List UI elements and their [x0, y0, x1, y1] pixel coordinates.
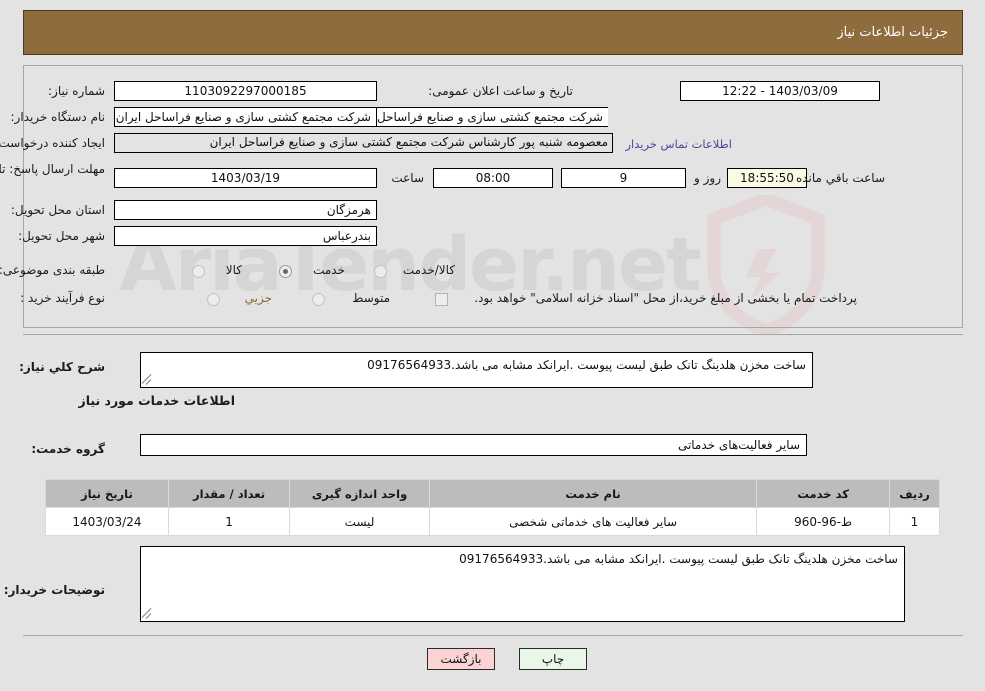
radio-category-kala[interactable]: [192, 265, 205, 278]
radio-process-jozi-label: جزیي: [244, 291, 272, 305]
col-row-no: ردیف: [889, 479, 940, 508]
need-summary-label: شرح کلي نیاز:: [19, 360, 105, 374]
service-group-text: سایر فعالیت‌های خدماتی: [677, 438, 800, 452]
radio-category-kala-khedmat-label: کالا/خدمت: [402, 263, 455, 277]
col-quantity: تعداد / مقدار: [167, 479, 291, 508]
page-header: جزئیات اطلاعات نیاز: [23, 10, 963, 55]
province-label: استان محل تحویل:: [10, 203, 105, 217]
need-info-panel: [23, 65, 963, 328]
buyer-notes-textarea[interactable]: ساخت مخزن هلدینگ تانک طبق لیست پیوست .ای…: [140, 546, 905, 622]
col-unit: واحد اندازه گیری: [289, 479, 430, 508]
buyer-org-value: شرکت مجتمع کشتی سازی و صنایع فراساحل ایر…: [114, 107, 377, 127]
radio-category-kala-label: کالا: [225, 263, 242, 277]
services-section-heading: اطلاعات خدمات مورد نیاز: [78, 393, 236, 408]
radio-category-khedmat-label: خدمت: [313, 263, 345, 277]
days-unit-label: روز و: [694, 171, 721, 185]
creator-value-frame: [114, 133, 613, 153]
page-title: جزئیات اطلاعات نیاز: [837, 25, 948, 40]
table-row: 1 ط-96-960 سایر فعالیت های خدماتی شخصی ل…: [45, 507, 940, 536]
radio-process-jozi[interactable]: [207, 293, 220, 306]
need-summary-textarea[interactable]: ساخت مخزن هلدینگ تانک طبق لیست پیوست .ای…: [140, 352, 813, 388]
process-label: نوع فرآیند خرید :: [20, 291, 105, 305]
contact-info-link-wrap[interactable]: اطلاعات تماس خریدار: [625, 137, 732, 151]
buyer-org-label: نام دستگاه خریدار:: [10, 110, 106, 124]
services-table: ردیف کد خدمت نام خدمت واحد اندازه گیری ت…: [45, 479, 940, 536]
creator-label: ایجاد کننده درخواست:: [0, 136, 105, 150]
radio-process-motevaset[interactable]: [312, 293, 325, 306]
col-service-name: نام خدمت: [428, 479, 758, 508]
back-button[interactable]: بازگشت: [427, 648, 495, 670]
public-announce-label: تاریخ و ساعت اعلان عمومی:: [428, 84, 573, 98]
need-number-value: 1103092297000185: [114, 81, 377, 101]
time-label: ساعت: [391, 171, 424, 185]
cell-unit: لیست: [289, 507, 430, 536]
deadline-label: مهلت ارسال پاسخ: تا تاریخ:: [0, 162, 105, 176]
print-button[interactable]: چاپ: [519, 648, 587, 670]
service-group-value: سایر فعالیت‌های خدماتی: [140, 434, 807, 456]
public-announce-value: 1403/03/09 - 12:22: [680, 81, 880, 101]
treasury-note-label: پرداخت تمام یا بخشی از مبلغ خرید،از محل …: [474, 291, 857, 305]
resize-grip-icon: [141, 373, 155, 386]
radio-category-kala-khedmat[interactable]: [374, 265, 387, 278]
province-value: هرمزگان: [114, 200, 377, 220]
city-value: بندرعباس: [114, 226, 377, 246]
need-summary-text: ساخت مخزن هلدینگ تانک طبق لیست پیوست .ای…: [367, 358, 806, 372]
cell-service-name: سایر فعالیت های خدماتی شخصی: [428, 507, 758, 536]
buyer-org-value-overflow: شرکت مجتمع کشتی سازی و صنایع فراساحل ایر…: [376, 107, 608, 127]
cell-quantity: 1: [167, 507, 291, 536]
service-group-label: گروه خدمت:: [31, 442, 105, 456]
radio-process-motevaset-label: متوسط: [352, 291, 390, 305]
col-need-date: تاریخ نیاز: [45, 479, 169, 508]
buyer-notes-text: ساخت مخزن هلدینگ تانک طبق لیست پیوست .ای…: [459, 552, 898, 566]
cell-row-no: 1: [889, 507, 940, 536]
deadline-time-value: 08:00: [433, 168, 553, 188]
buyer-notes-label: توضیحات خریدار:: [3, 583, 105, 597]
checkbox-treasury-bonds[interactable]: [435, 293, 448, 306]
cell-need-date: 1403/03/24: [45, 507, 169, 536]
countdown-suffix-label: ساعت باقي مانده: [795, 171, 885, 185]
cell-service-code: ط-96-960: [756, 507, 890, 536]
days-remaining-value: 9: [561, 168, 686, 188]
deadline-date-value: 1403/03/19: [114, 168, 377, 188]
table-header-row: ردیف کد خدمت نام خدمت واحد اندازه گیری ت…: [45, 479, 940, 508]
need-number-label: شماره نیاز:: [48, 84, 105, 98]
category-label: طبقه بندی موضوعی:: [0, 263, 105, 277]
buyer-contact-link[interactable]: اطلاعات تماس خریدار: [625, 137, 732, 151]
radio-category-khedmat[interactable]: [279, 265, 292, 278]
resize-grip-icon: [141, 607, 155, 620]
col-service-code: کد خدمت: [756, 479, 890, 508]
city-label: شهر محل تحویل:: [18, 229, 105, 243]
